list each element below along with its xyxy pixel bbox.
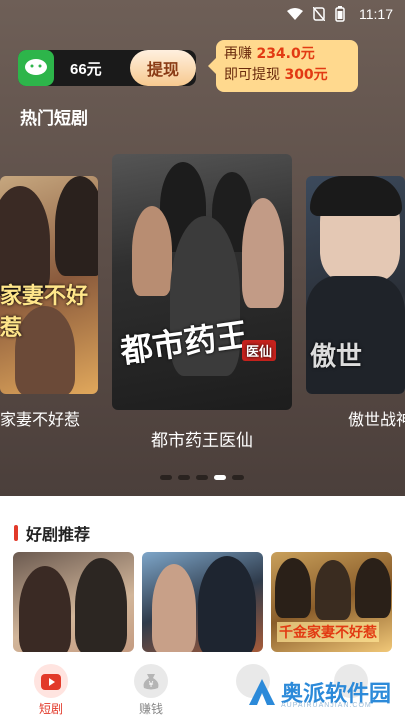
page-dot-active[interactable]: [214, 475, 226, 480]
recommend-item[interactable]: [142, 552, 263, 652]
page-dot[interactable]: [196, 475, 208, 480]
drama-poster: 家妻不好惹: [0, 176, 98, 394]
recommend-item[interactable]: 千金家妻不好惹: [271, 552, 392, 652]
carousel-caption: 家妻不好惹: [0, 410, 81, 429]
wallet-balance[interactable]: 66元 提现: [18, 50, 196, 86]
play-icon: [34, 664, 68, 698]
battery-icon: [335, 6, 345, 22]
page-dot[interactable]: [178, 475, 190, 480]
drama-poster: 傲世: [306, 176, 405, 394]
carousel-pagination: [160, 475, 244, 480]
carousel-caption: 傲世战神: [348, 410, 405, 429]
sim-off-icon: [313, 7, 325, 21]
poster-title: 千金家妻不好惹: [277, 622, 379, 642]
withdraw-button[interactable]: 提现: [130, 50, 196, 86]
status-bar: 11:17: [0, 0, 405, 30]
status-icons: [287, 6, 345, 22]
recommend-title: 好剧推荐: [14, 521, 90, 545]
tab-earn-money[interactable]: ¥ 赚钱: [126, 664, 176, 717]
drama-poster: 都市药王 医仙: [112, 154, 292, 410]
hot-section-title: 热门短剧: [20, 109, 88, 129]
recommend-item[interactable]: [13, 552, 134, 652]
watermark-logo-icon: [248, 679, 275, 705]
carousel-item[interactable]: 傲世: [306, 176, 405, 394]
carousel-item[interactable]: 家妻不好惹: [0, 176, 98, 394]
money-bag-icon: ¥: [134, 664, 168, 698]
carousel-item-active[interactable]: 都市药王 医仙: [112, 154, 292, 410]
tip-line-2: 即可提现 300元: [224, 67, 328, 83]
wechat-icon: [18, 50, 54, 86]
watermark: 奥派软件园 AUPAIRUANJIAN.COM: [247, 676, 391, 709]
balance-amount: 66元: [70, 60, 102, 78]
title-accent-bar: [14, 525, 18, 541]
carousel-caption-active: 都市药王医仙: [151, 431, 253, 451]
svg-text:¥: ¥: [148, 680, 153, 689]
page-dot[interactable]: [232, 475, 244, 480]
wifi-icon: [287, 8, 303, 20]
tab-short-drama[interactable]: 短剧: [26, 664, 76, 717]
page-dot[interactable]: [160, 475, 172, 480]
tip-line-1: 再赚 234.0元: [224, 46, 315, 62]
status-time: 11:17: [359, 6, 393, 22]
withdraw-tip: 再赚 234.0元 即可提现 300元: [208, 40, 358, 92]
